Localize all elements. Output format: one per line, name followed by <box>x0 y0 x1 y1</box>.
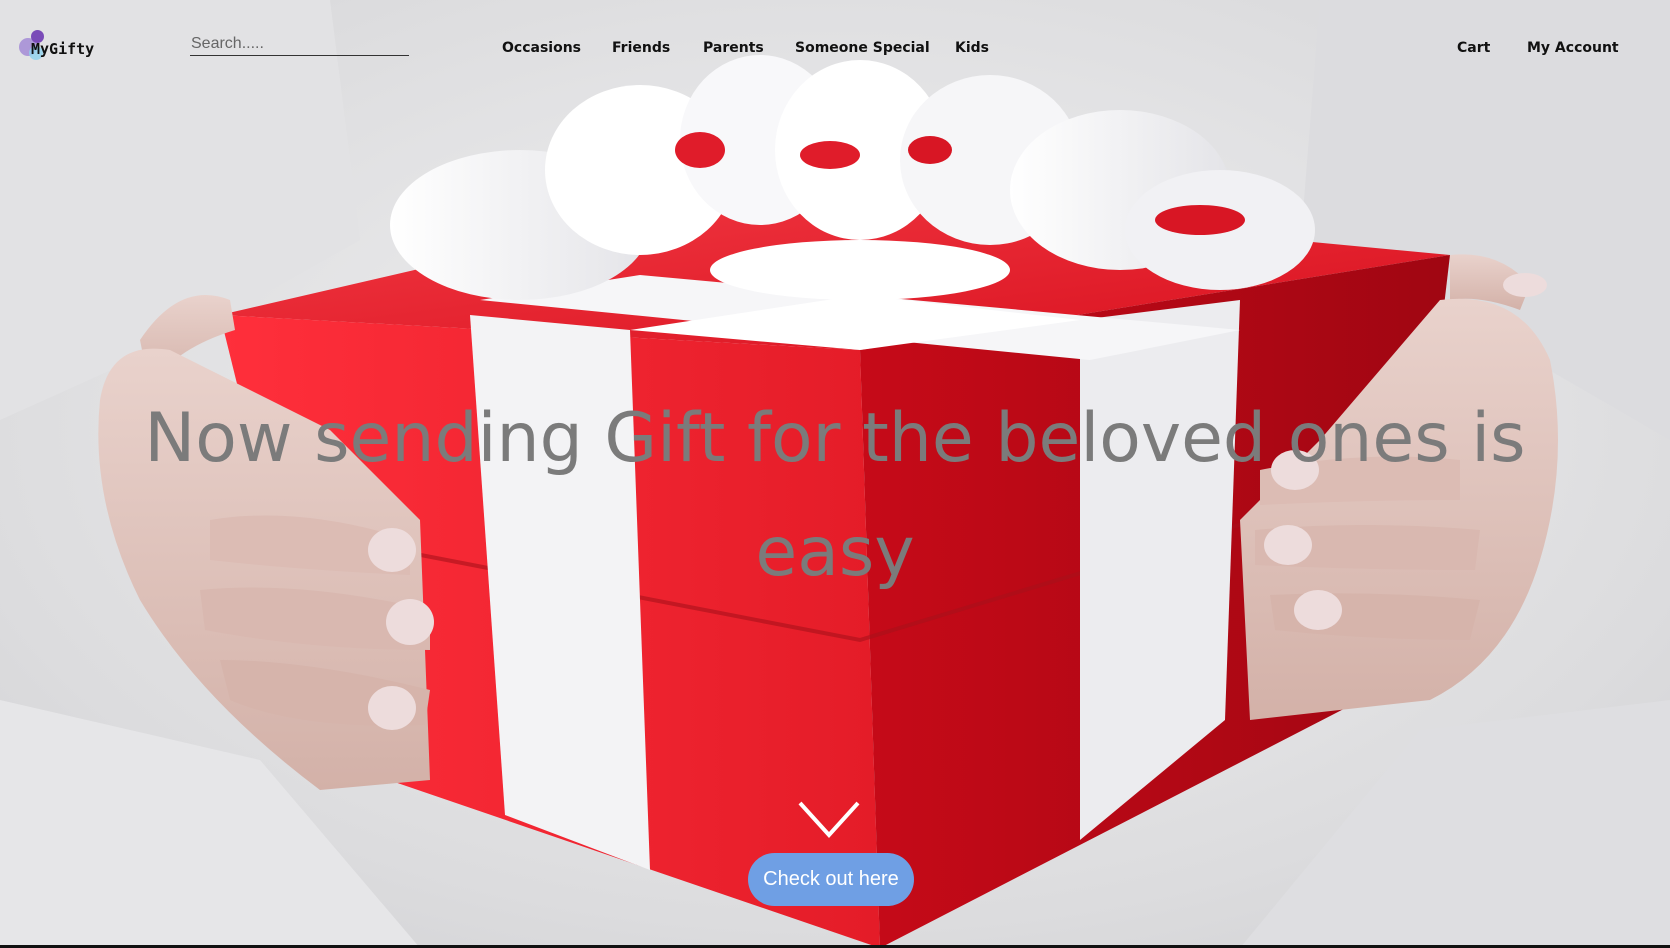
hero-title: Now sending Gift for the beloved ones is… <box>144 399 1526 592</box>
nav-link-someone-special[interactable]: Someone Special <box>795 40 930 56</box>
check-out-button[interactable]: Check out here <box>748 853 914 906</box>
nav-link-cart[interactable]: Cart <box>1457 40 1490 56</box>
nav-link-friends[interactable]: Friends <box>612 40 670 56</box>
nav-link-kids[interactable]: Kids <box>955 40 989 56</box>
nav-link-parents[interactable]: Parents <box>703 40 764 56</box>
nav-link-my-account[interactable]: My Account <box>1527 40 1619 56</box>
page: MyGifty Occasions Friends Parents Someon… <box>0 0 1670 948</box>
header: MyGifty Occasions Friends Parents Someon… <box>0 0 1670 100</box>
chevron-down-icon[interactable] <box>797 800 861 840</box>
main-nav: Occasions Friends Parents Someone Specia… <box>0 40 1670 62</box>
nav-link-occasions[interactable]: Occasions <box>502 40 581 56</box>
